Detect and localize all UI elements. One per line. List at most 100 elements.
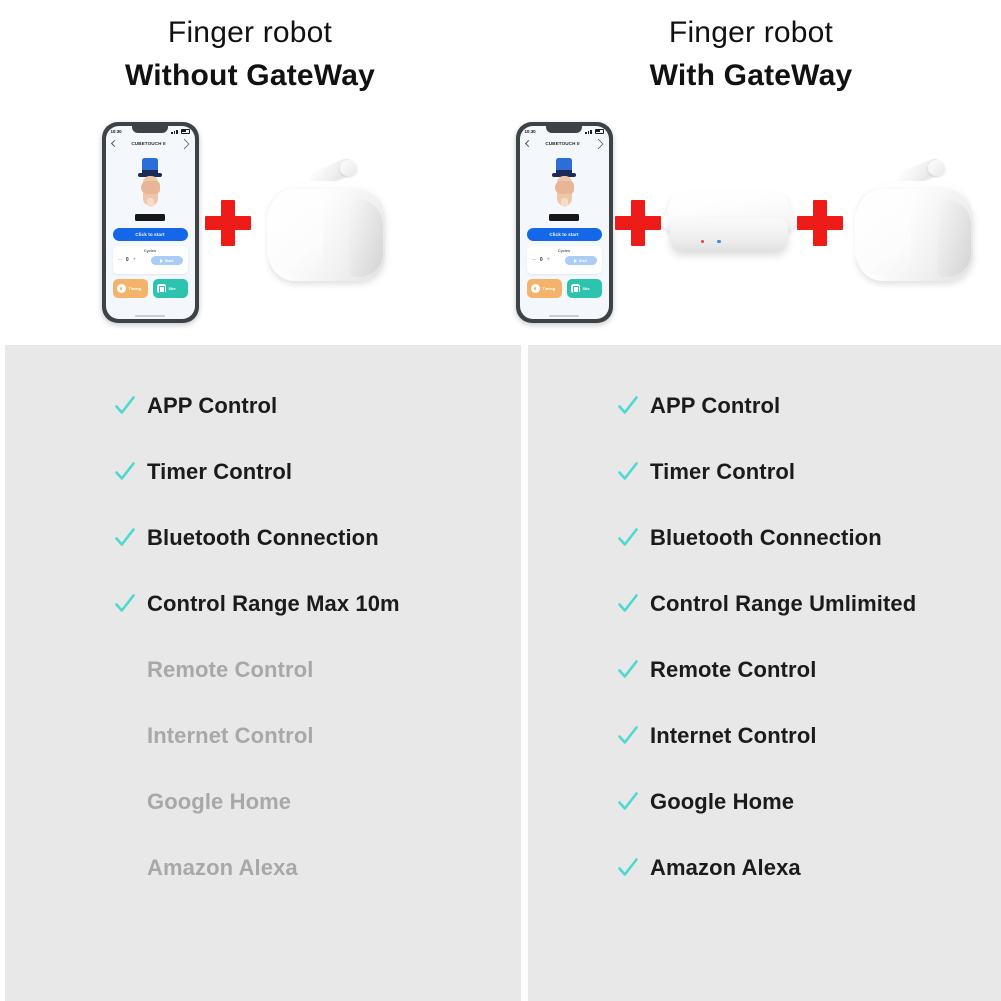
- app-header-bar: CUBETOUCH II: [520, 137, 609, 150]
- headline-line2: Without GateWay: [125, 59, 375, 92]
- cycles-value: 0: [125, 257, 129, 263]
- app-header-bar: CUBETOUCH II: [106, 137, 195, 150]
- cycles-card: Cycles – 0 + Start: [526, 246, 602, 274]
- click-to-start-button[interactable]: Click to start: [526, 228, 602, 241]
- status-signal-icon: [171, 128, 190, 135]
- feature-row: Internet Control: [528, 703, 1001, 769]
- product-row-with-gateway: 10:30 CUBETOUCH II Click to start Cycles…: [501, 110, 1001, 335]
- check-icon: [616, 460, 640, 484]
- robot-face-shape: [854, 194, 911, 275]
- feature-label: Remote Control: [650, 657, 817, 682]
- cycles-plus-button[interactable]: +: [133, 257, 137, 263]
- shortcut-tiles: Timing Site: [112, 279, 188, 298]
- click-to-start-label: Click to start: [549, 232, 579, 237]
- edit-pencil-icon[interactable]: [178, 137, 191, 150]
- cycles-stepper[interactable]: – 0 +: [119, 257, 137, 263]
- timing-tile[interactable]: Timing: [112, 279, 148, 298]
- cycles-stepper[interactable]: – 0 +: [533, 257, 551, 263]
- feature-row: Remote Control: [5, 637, 521, 703]
- cycles-value: 0: [539, 257, 543, 263]
- timing-tile[interactable]: Timing: [526, 279, 562, 298]
- knuckle-shape: [555, 181, 574, 194]
- feature-row: APP Control: [5, 373, 521, 439]
- cycles-card: Cycles – 0 + Start: [112, 246, 188, 274]
- cycles-minus-button[interactable]: –: [533, 257, 536, 263]
- feature-row: Bluetooth Connection: [528, 505, 1001, 571]
- site-icon: [156, 284, 166, 293]
- phone-notch: [546, 126, 582, 133]
- feature-label: Control Range Max 10m: [147, 591, 400, 616]
- hero-column-without-gateway: Finger robot Without GateWay 10:30 CUBET…: [0, 0, 500, 345]
- check-icon: [113, 460, 137, 484]
- clock-icon: [116, 284, 126, 293]
- feature-label: Google Home: [650, 789, 795, 814]
- feature-row: Control Range Umlimited: [528, 571, 1001, 637]
- site-tile[interactable]: Site: [566, 279, 602, 298]
- click-to-start-button[interactable]: Click to start: [112, 228, 188, 241]
- feature-row: Amazon Alexa: [5, 835, 521, 901]
- headline-line1: Finger robot: [167, 16, 333, 49]
- headline-line1: Finger robot: [668, 16, 834, 49]
- feature-list-without-gateway: APP Control Timer Control Bluetooth Connec…: [5, 373, 521, 901]
- gateway-body-shape: [669, 217, 788, 252]
- check-icon: [616, 394, 640, 418]
- headline-without-gateway: Finger robot Without GateWay: [0, 18, 500, 91]
- robot-arm-tip-shape: [339, 159, 357, 176]
- feature-row: Amazon Alexa: [528, 835, 1001, 901]
- robot-shading-shape: [936, 198, 971, 277]
- plus-sign-icon: [614, 199, 661, 246]
- switch-bar-graphic: [135, 214, 165, 221]
- led-red-icon: [700, 239, 705, 244]
- check-icon: [113, 526, 137, 550]
- feature-row: Timer Control: [528, 439, 1001, 505]
- site-tile[interactable]: Site: [152, 279, 188, 298]
- edit-pencil-icon[interactable]: [592, 137, 605, 150]
- cycles-label: Cycles: [143, 249, 157, 253]
- feature-row: Google Home: [528, 769, 1001, 835]
- feature-row: Internet Control: [5, 703, 521, 769]
- feature-label: Amazon Alexa: [147, 855, 298, 880]
- switch-bar-graphic: [549, 214, 579, 221]
- status-signal-icon: [585, 128, 604, 135]
- start-label: Start: [164, 258, 174, 263]
- back-chevron-icon[interactable]: [524, 139, 532, 148]
- gateway-led-indicators: [700, 239, 721, 244]
- headline-with-gateway: Finger robot With GateWay: [501, 18, 1001, 91]
- cycles-label: Cycles: [557, 249, 571, 253]
- product-row-without-gateway: 10:30 CUBETOUCH II Click to start Cycles…: [0, 110, 500, 335]
- shortcut-tiles: Timing Site: [526, 279, 602, 298]
- timing-label: Timing: [128, 286, 142, 291]
- phone-notch: [132, 126, 168, 133]
- start-button[interactable]: Start: [564, 256, 597, 265]
- clock-icon: [530, 284, 540, 293]
- start-button[interactable]: Start: [150, 256, 183, 265]
- knuckle-shape: [141, 181, 160, 194]
- plus-sign-icon: [204, 199, 251, 246]
- cycles-minus-button[interactable]: –: [119, 257, 122, 263]
- back-chevron-icon[interactable]: [110, 139, 118, 148]
- robot-face-shape: [266, 194, 323, 275]
- home-indicator: [549, 314, 579, 317]
- check-icon: [616, 526, 640, 550]
- phone-mockup: 10:30 CUBETOUCH II Click to start Cycles…: [515, 122, 613, 323]
- feature-label: Remote Control: [147, 657, 314, 682]
- status-time: 10:30: [524, 129, 536, 134]
- cycles-plus-button[interactable]: +: [547, 257, 551, 263]
- feature-label: Internet Control: [147, 723, 314, 748]
- play-icon: [159, 258, 163, 263]
- site-label: Site: [168, 286, 176, 291]
- finger-robot-device: [845, 155, 987, 287]
- start-label: Start: [578, 258, 588, 263]
- status-time: 10:30: [110, 129, 122, 134]
- phone-mockup: 10:30 CUBETOUCH II Click to start Cycles…: [101, 122, 199, 323]
- fingernail-shape: [561, 198, 568, 207]
- check-icon: [113, 394, 137, 418]
- check-icon: [616, 790, 640, 814]
- check-icon: [113, 592, 137, 616]
- phone-screen: 10:30 CUBETOUCH II Click to start Cycles…: [519, 126, 609, 319]
- fingernail-shape: [147, 198, 154, 207]
- battery-icon: [594, 128, 604, 135]
- hero-column-with-gateway: Finger robot With GateWay 10:30 CUBETOUC…: [501, 0, 1001, 345]
- plus-sign-icon: [796, 199, 843, 246]
- timing-label: Timing: [542, 286, 556, 291]
